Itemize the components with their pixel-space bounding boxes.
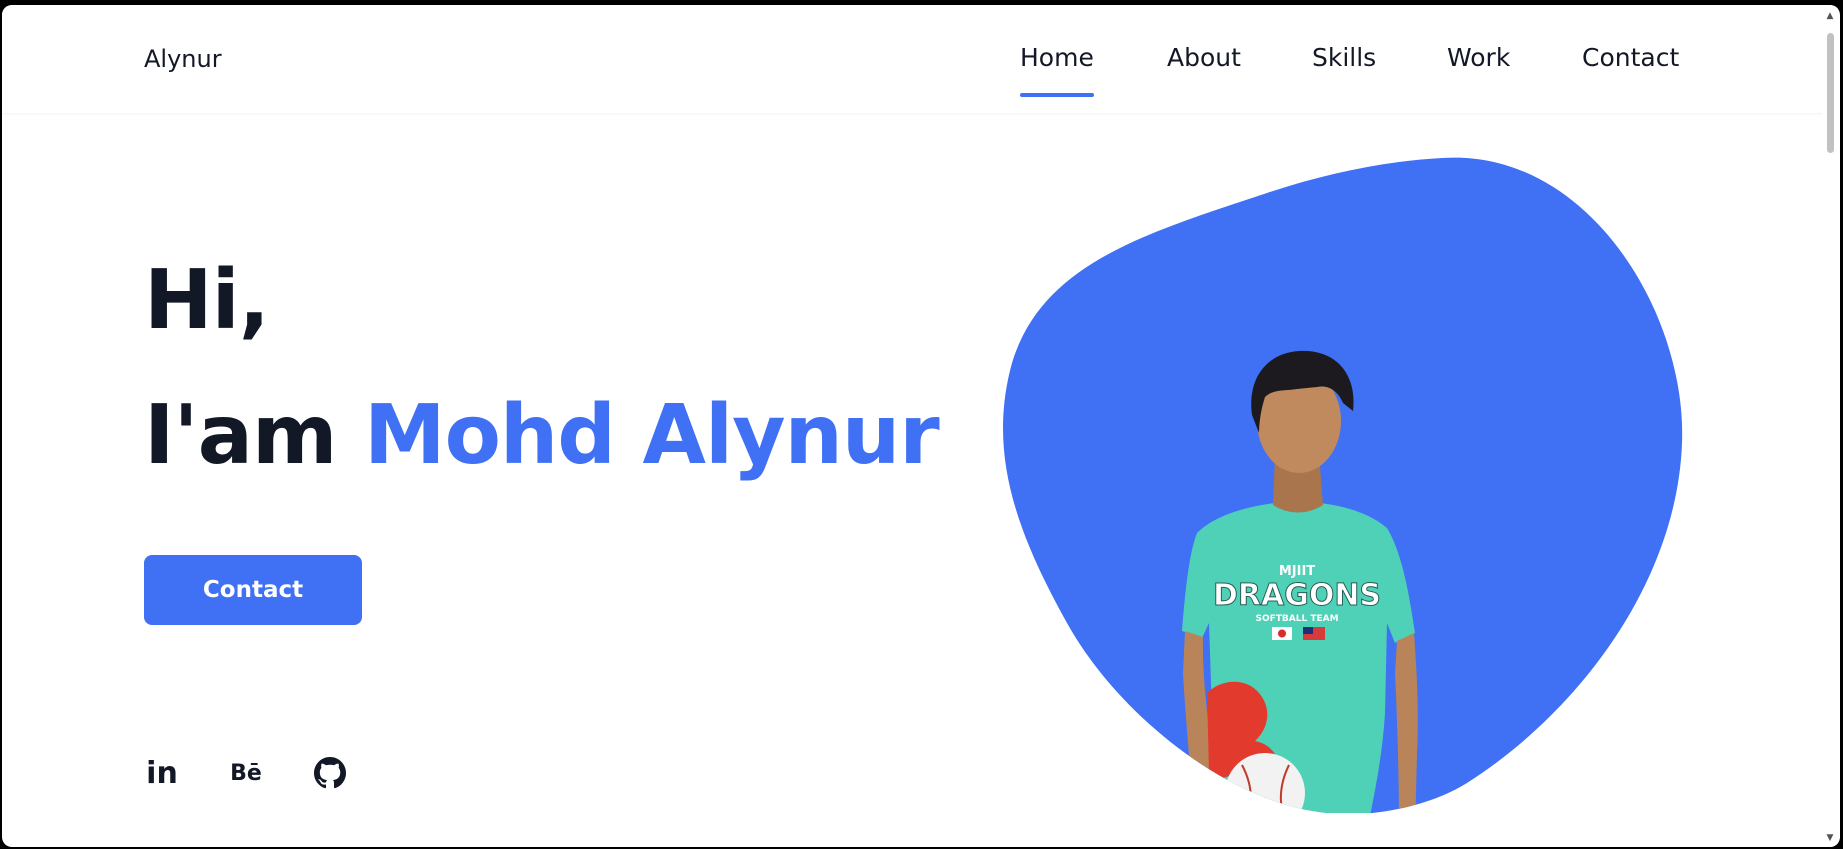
- site-logo[interactable]: Alynur: [144, 45, 222, 73]
- nav-skills[interactable]: Skills: [1312, 43, 1376, 72]
- shirt-subtext: MJIIT: [1279, 564, 1315, 579]
- site-header: Alynur Home About Skills Work Contact: [2, 5, 1824, 113]
- shirt-team: SOFTBALL TEAM: [1255, 614, 1338, 624]
- intro-prefix: I'am: [144, 388, 337, 483]
- behance-icon: Bē: [230, 760, 262, 786]
- hero-illustration: MJIIT DRAGONS SOFTBALL TEAM: [1003, 157, 1683, 813]
- nav-contact[interactable]: Contact: [1582, 43, 1679, 72]
- shirt-text: DRAGONS: [1213, 578, 1381, 613]
- hero-intro: I'am Mohd Alynur: [144, 395, 940, 477]
- nav-about[interactable]: About: [1167, 43, 1241, 72]
- github-link[interactable]: [312, 755, 348, 791]
- scroll-up-icon[interactable]: ▲: [1824, 11, 1836, 21]
- github-icon: [314, 757, 346, 789]
- page-scrollbar[interactable]: ▲ ▼: [1822, 5, 1838, 847]
- nav-work[interactable]: Work: [1447, 43, 1510, 72]
- scroll-down-icon[interactable]: ▼: [1824, 833, 1836, 843]
- contact-button[interactable]: Contact: [144, 555, 362, 625]
- browser-window: Alynur Home About Skills Work Contact Hi…: [2, 5, 1840, 847]
- hero-name: Mohd Alynur: [363, 388, 940, 483]
- nav-home[interactable]: Home: [1020, 43, 1094, 97]
- linkedin-icon: in: [146, 755, 178, 791]
- hero-greeting: Hi,: [144, 253, 270, 348]
- scroll-thumb[interactable]: [1827, 33, 1834, 153]
- behance-link[interactable]: Bē: [228, 755, 264, 791]
- linkedin-link[interactable]: in: [144, 755, 180, 791]
